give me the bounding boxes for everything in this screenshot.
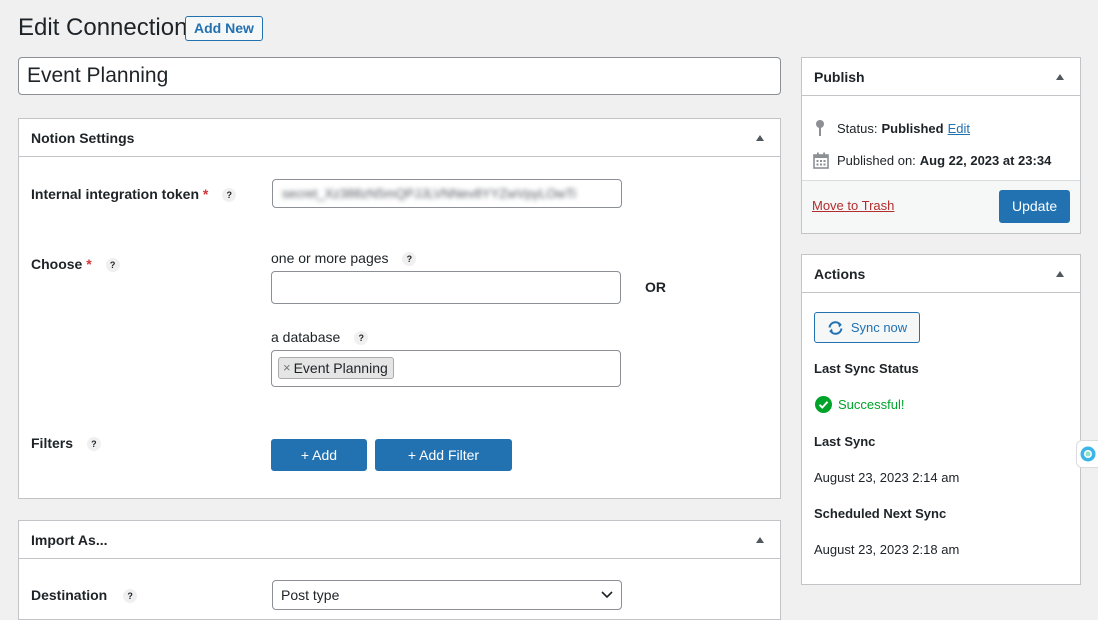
actions-box: Actions	[801, 254, 1081, 585]
page-title: Edit Connection	[18, 14, 188, 41]
destination-value: Post type	[281, 587, 340, 603]
token-label: Internal integration token	[31, 186, 200, 202]
pages-label-row: one or more pages ?	[271, 250, 417, 267]
status-edit-link[interactable]: Edit	[948, 121, 970, 136]
status-row: Status: Published Edit	[814, 119, 970, 137]
help-icon[interactable]: ?	[222, 188, 237, 203]
pages-label: one or more pages	[271, 250, 389, 266]
scheduled-next-sync-value: August 23, 2023 2:18 am	[814, 542, 960, 557]
check-circle-icon	[815, 396, 832, 413]
collapse-toggle-icon[interactable]	[1056, 270, 1064, 277]
database-label: a database	[271, 329, 341, 345]
import-as-header[interactable]: Import As...	[19, 521, 780, 559]
calendar-icon	[813, 152, 829, 169]
add-filter-group-button[interactable]: + Add Filter Group	[375, 439, 512, 493]
last-sync-status-value: Successful!	[838, 397, 905, 412]
collapse-toggle-icon[interactable]	[756, 536, 764, 543]
published-on-value: Aug 22, 2023 at 23:34	[919, 153, 1052, 168]
filters-label-row: Filters ?	[31, 435, 101, 452]
post-title-input[interactable]: Event Planning	[18, 57, 781, 95]
sync-now-button[interactable]: Sync now	[814, 312, 920, 343]
help-icon[interactable]: ?	[123, 589, 138, 604]
last-sync-label: Last Sync	[814, 434, 876, 449]
help-icon[interactable]: ?	[402, 252, 417, 267]
database-label-row: a database ?	[271, 329, 369, 346]
pages-input[interactable]	[271, 271, 621, 304]
scheduled-next-sync-label: Scheduled Next Sync	[814, 506, 947, 521]
last-sync-status-label: Last Sync Status	[814, 361, 919, 376]
token-input[interactable]: secret_Xz388zN5mQPJJLVNNev8YYZwVpyLOwTi	[272, 179, 622, 208]
database-select[interactable]: × Event Planning	[271, 350, 621, 387]
sync-now-label: Sync now	[850, 320, 908, 335]
import-as-heading: Import As...	[31, 531, 108, 548]
last-sync-value: August 23, 2023 2:14 am	[814, 470, 960, 485]
choose-label: Choose	[31, 256, 83, 272]
add-new-button[interactable]: Add New	[185, 16, 263, 41]
update-button[interactable]: Update	[999, 190, 1070, 223]
move-to-trash-link[interactable]: Move to Trash	[812, 198, 894, 213]
notion-settings-header[interactable]: Notion Settings	[19, 119, 780, 157]
required-mark: *	[202, 186, 209, 202]
published-on-row: Published on: Aug 22, 2023 at 23:34	[813, 152, 1051, 169]
destination-label: Destination	[31, 587, 108, 603]
help-icon[interactable]: ?	[86, 437, 101, 452]
required-mark: *	[86, 256, 92, 272]
status-label: Status:	[837, 120, 878, 136]
publish-heading: Publish	[814, 68, 865, 85]
sync-icon	[828, 320, 843, 335]
notion-settings-heading: Notion Settings	[31, 129, 135, 146]
floating-widget-tab[interactable]	[1076, 440, 1098, 468]
pin-icon	[816, 120, 824, 136]
help-icon[interactable]: ?	[105, 258, 120, 273]
destination-select[interactable]: Post type	[272, 580, 622, 610]
choose-label-row: Choose * ?	[31, 256, 120, 273]
actions-header[interactable]: Actions	[802, 255, 1080, 293]
filters-label: Filters	[31, 435, 74, 451]
published-on-label: Published on:	[837, 153, 916, 168]
destination-label-row: Destination ?	[31, 587, 138, 604]
publish-header[interactable]: Publish	[802, 58, 1080, 96]
collapse-toggle-icon[interactable]	[756, 134, 764, 141]
assistant-icon	[1080, 446, 1095, 462]
add-filter-button[interactable]: + Add Filter	[271, 439, 367, 493]
token-label-row: Internal integration token * ?	[31, 186, 237, 203]
help-icon[interactable]: ?	[354, 331, 369, 346]
actions-heading: Actions	[814, 265, 866, 282]
sync-status-row: Successful!	[815, 396, 904, 413]
database-tag-label: Event Planning	[293, 360, 388, 376]
database-tag: × Event Planning	[278, 357, 394, 379]
tag-remove-icon[interactable]: ×	[283, 358, 291, 378]
collapse-toggle-icon[interactable]	[1056, 73, 1064, 80]
or-label: OR	[645, 279, 666, 295]
token-value: secret_Xz388zN5mQPJJLVNNev8YYZwVpyLOwTi	[282, 186, 577, 201]
chevron-down-icon	[601, 591, 613, 599]
status-value: Published	[881, 120, 944, 136]
